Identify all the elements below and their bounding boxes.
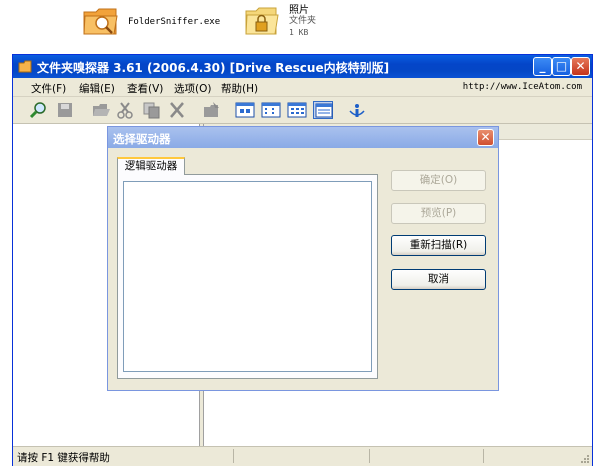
menu-edit[interactable]: 编辑(E) — [79, 81, 115, 96]
app-icon — [18, 60, 32, 73]
dialog-close-icon[interactable]: ✕ — [477, 129, 494, 146]
folder-sniffer-label[interactable]: FolderSniffer.exe — [128, 17, 220, 28]
menu-options[interactable]: 选项(O) — [174, 81, 211, 96]
status-divider — [483, 449, 484, 463]
search-icon[interactable] — [29, 101, 49, 119]
menu-bar: 文件(F) 编辑(E) 查看(V) 选项(O) 帮助(H) http://www… — [13, 78, 592, 97]
photo-folder-name[interactable]: 照片 — [289, 5, 309, 16]
menu-file[interactable]: 文件(F) — [31, 81, 66, 96]
rescan-button[interactable]: 重新扫描(R) — [391, 235, 486, 256]
menu-view[interactable]: 查看(V) — [127, 81, 163, 96]
cancel-button[interactable]: 取消 — [391, 269, 486, 290]
status-divider — [233, 449, 234, 463]
preview-button[interactable]: 预览(P) — [391, 203, 486, 224]
details-view-icon[interactable] — [313, 101, 333, 119]
photo-folder-type: 文件夹 — [289, 16, 317, 26]
status-divider — [369, 449, 370, 463]
about-icon[interactable] — [347, 101, 367, 119]
cut-icon[interactable] — [115, 101, 135, 119]
status-bar: 请按 F1 键获得帮助 — [13, 446, 592, 466]
select-drive-dialog: 选择驱动器 ✕ 逻辑驱动器 确定(O) 预览(P) 重新扫描(R) 取消 — [107, 126, 499, 391]
dialog-title: 选择驱动器 — [113, 132, 171, 146]
ok-button[interactable]: 确定(O) — [391, 170, 486, 191]
copy-icon[interactable] — [141, 101, 161, 119]
toolbar — [13, 97, 592, 124]
drive-list[interactable] — [123, 181, 372, 372]
minimize-button[interactable]: _ — [533, 57, 552, 76]
resize-grip-icon[interactable] — [580, 454, 590, 464]
folder-lock-icon[interactable] — [244, 5, 280, 37]
website-link[interactable]: http://www.IceAtom.com — [463, 82, 582, 92]
dialog-title-bar[interactable]: 选择驱动器 ✕ — [108, 127, 498, 148]
status-text: 请按 F1 键获得帮助 — [17, 452, 110, 464]
tab-logical-drives[interactable]: 逻辑驱动器 — [117, 157, 185, 175]
paste-icon[interactable] — [201, 101, 221, 119]
window-title: 文件夹嗅探器 3.61 (2006.4.30) [Drive Rescue内核特… — [37, 61, 390, 75]
close-button[interactable]: ✕ — [571, 57, 590, 76]
delete-icon[interactable] — [167, 101, 187, 119]
open-folder-icon[interactable] — [91, 101, 111, 119]
save-icon[interactable] — [55, 101, 75, 119]
menu-help[interactable]: 帮助(H) — [221, 81, 258, 96]
maximize-button[interactable]: □ — [552, 57, 571, 76]
photo-folder-size: 1 KB — [289, 28, 309, 37]
title-bar[interactable]: 文件夹嗅探器 3.61 (2006.4.30) [Drive Rescue内核特… — [13, 55, 592, 78]
list-view-icon[interactable] — [287, 101, 307, 119]
small-icons-view-icon[interactable] — [261, 101, 281, 119]
folder-sniffer-icon[interactable] — [82, 4, 120, 38]
large-icons-view-icon[interactable] — [235, 101, 255, 119]
